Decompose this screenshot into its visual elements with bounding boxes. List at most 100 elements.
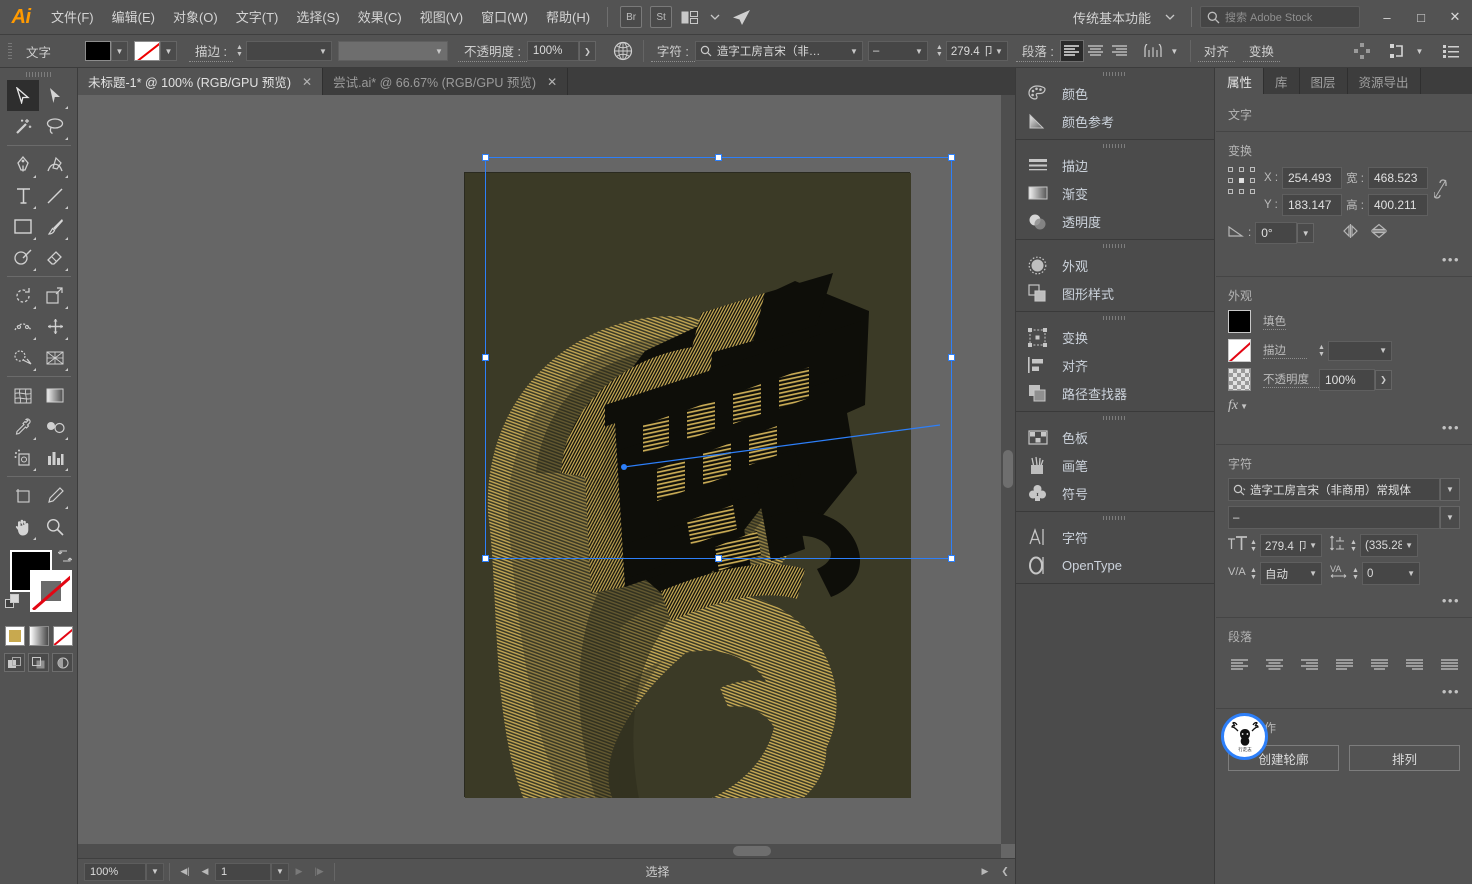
menu-file[interactable]: 文件(F) <box>42 0 103 35</box>
appearance-opacity-swatch[interactable] <box>1228 368 1251 391</box>
rotation-dropdown-icon[interactable]: ▼ <box>1297 223 1315 243</box>
direct-selection-tool[interactable] <box>39 80 71 111</box>
dock-item-transparency[interactable]: 透明度 <box>1016 207 1214 235</box>
document-setup-icon[interactable] <box>1438 38 1464 64</box>
paragraph-align-right-button[interactable] <box>1108 40 1132 62</box>
canvas-vertical-scrollbar[interactable] <box>1001 95 1015 844</box>
tools-panel-grip[interactable] <box>0 68 77 80</box>
font-family-field[interactable]: 造字工房言宋（非… ▼ <box>694 41 863 61</box>
x-value-field[interactable]: 254.493 <box>1282 167 1342 189</box>
previous-artboard-button[interactable]: ◀ <box>195 862 215 882</box>
paintbrush-tool[interactable] <box>39 211 71 242</box>
dock-group-grip[interactable] <box>1016 240 1214 251</box>
dock-item-gradient[interactable]: 渐变 <box>1016 179 1214 207</box>
default-fill-stroke-icon[interactable] <box>5 594 21 615</box>
character-leading-field[interactable]: (335.28 ▼ <box>1360 534 1418 557</box>
status-menu-button[interactable]: ▶ <box>975 862 995 882</box>
selection-tool[interactable] <box>7 80 39 111</box>
hand-tool[interactable] <box>7 511 39 542</box>
fill-dropdown-icon[interactable]: ▼ <box>111 41 129 61</box>
close-icon[interactable]: ✕ <box>547 75 557 89</box>
line-segment-tool[interactable] <box>39 180 71 211</box>
fx-button[interactable]: fx <box>1228 398 1238 414</box>
character-font-style-field[interactable]: – <box>1228 506 1440 529</box>
y-value-field[interactable]: 183.147 <box>1282 194 1342 216</box>
paragraph-align-center-button[interactable] <box>1261 654 1287 676</box>
rotation-angle-field[interactable]: 0° <box>1255 222 1298 244</box>
font-family-dropdown-icon[interactable]: ▼ <box>1440 478 1460 501</box>
eyedropper-tool[interactable] <box>7 411 39 442</box>
free-transform-tool[interactable] <box>39 311 71 342</box>
font-size-field[interactable]: 279.4 卩 ▼ <box>945 41 1008 61</box>
gradient-tool[interactable] <box>39 380 71 411</box>
perspective-grid-tool[interactable] <box>39 342 71 373</box>
width-value-field[interactable]: 468.523 <box>1368 167 1428 189</box>
appearance-stroke-swatch[interactable] <box>1228 339 1251 362</box>
leading-stepper[interactable]: ▲ ▼ <box>1347 539 1360 553</box>
dock-item-graphic-styles[interactable]: 图形样式 <box>1016 279 1214 307</box>
minimize-button[interactable]: – <box>1370 0 1404 35</box>
appearance-stroke-stepper[interactable]: ▲ ▼ <box>1315 344 1328 358</box>
tab-asset-export[interactable]: 资源导出 <box>1348 68 1421 94</box>
blend-tool[interactable] <box>39 411 71 442</box>
dock-group-grip[interactable] <box>1016 512 1214 523</box>
document-tab-untitled[interactable]: 未标题-1* @ 100% (RGB/GPU 预览) ✕ <box>78 68 324 95</box>
paragraph-justify-all-button[interactable] <box>1436 654 1462 676</box>
align-panel-link[interactable]: 对齐 <box>1197 41 1235 62</box>
stroke-weight-field[interactable]: ▼ <box>245 41 332 61</box>
shaper-tool[interactable] <box>7 242 39 273</box>
character-kerning-field[interactable]: 自动 ▼ <box>1260 562 1322 585</box>
appearance-opacity-field[interactable]: 100% <box>1319 368 1375 391</box>
kerning-stepper[interactable]: ▲ ▼ <box>1247 567 1260 581</box>
paper-plane-icon[interactable] <box>728 4 754 30</box>
paragraph-justify-last-left-button[interactable] <box>1331 654 1357 676</box>
appearance-stroke-field[interactable]: ▼ <box>1328 340 1392 361</box>
mesh-tool[interactable] <box>7 380 39 411</box>
close-icon[interactable]: ✕ <box>302 75 312 89</box>
flip-horizontal-icon[interactable] <box>1342 223 1359 243</box>
zoom-level-field[interactable]: 100% <box>84 862 146 881</box>
height-value-field[interactable]: 400.211 <box>1368 194 1428 216</box>
distribute-icon[interactable] <box>1349 38 1375 64</box>
scale-tool[interactable] <box>39 280 71 311</box>
vertical-scroll-thumb[interactable] <box>1003 450 1013 488</box>
opacity-value[interactable]: 100% <box>526 41 579 61</box>
dock-group-grip[interactable] <box>1016 412 1214 423</box>
stroke-profile-field[interactable]: ▼ <box>337 41 448 61</box>
transform-more-options[interactable]: ••• <box>1216 252 1472 267</box>
dock-item-character[interactable]: 字符 <box>1016 523 1214 551</box>
paragraph-justify-last-center-button[interactable] <box>1366 654 1392 676</box>
menu-type[interactable]: 文字(T) <box>227 0 288 35</box>
appearance-more-options[interactable]: ••• <box>1216 420 1472 435</box>
artboard-dropdown-icon[interactable]: ▼ <box>271 862 289 881</box>
magic-wand-tool[interactable] <box>7 111 39 142</box>
menu-effect[interactable]: 效果(C) <box>349 0 411 35</box>
dock-item-appearance[interactable]: 外观 <box>1016 251 1214 279</box>
maximize-button[interactable]: □ <box>1404 0 1438 35</box>
dock-item-symbols[interactable]: 符号 <box>1016 479 1214 507</box>
font-style-field[interactable]: – ▼ <box>867 41 928 61</box>
dock-group-grip[interactable] <box>1016 68 1214 79</box>
select-similar-chevron-icon[interactable]: ▼ <box>1411 41 1428 61</box>
document-tab-shici[interactable]: 尝试.ai* @ 66.67% (RGB/GPU 预览) ✕ <box>323 68 569 95</box>
bridge-icon[interactable]: Br <box>620 6 643 28</box>
rotate-tool[interactable] <box>7 280 39 311</box>
tab-properties[interactable]: 属性 <box>1216 68 1265 94</box>
artboard-tool[interactable] <box>7 480 39 511</box>
flip-vertical-icon[interactable] <box>1371 223 1388 244</box>
dock-item-transform[interactable]: 变换 <box>1016 323 1214 351</box>
status-collapse-button[interactable]: ❮ <box>995 862 1015 882</box>
swap-fill-stroke-icon[interactable] <box>57 549 73 566</box>
chevron-down-icon[interactable] <box>702 4 728 30</box>
reference-point-selector[interactable] <box>1228 167 1256 195</box>
menu-help[interactable]: 帮助(H) <box>537 0 599 35</box>
tracking-stepper[interactable]: ▲ ▼ <box>1349 567 1362 581</box>
artboard[interactable] <box>464 172 911 798</box>
character-font-size-field[interactable]: 279.4 卩 ▼ <box>1260 534 1322 557</box>
color-mode-button[interactable] <box>4 626 25 646</box>
stroke-color-swatch[interactable] <box>134 41 161 61</box>
column-graph-tool[interactable] <box>39 442 71 473</box>
font-style-dropdown-icon[interactable]: ▼ <box>1440 506 1460 529</box>
transparency-grid-icon[interactable] <box>610 38 636 64</box>
tab-libraries[interactable]: 库 <box>1264 68 1300 94</box>
